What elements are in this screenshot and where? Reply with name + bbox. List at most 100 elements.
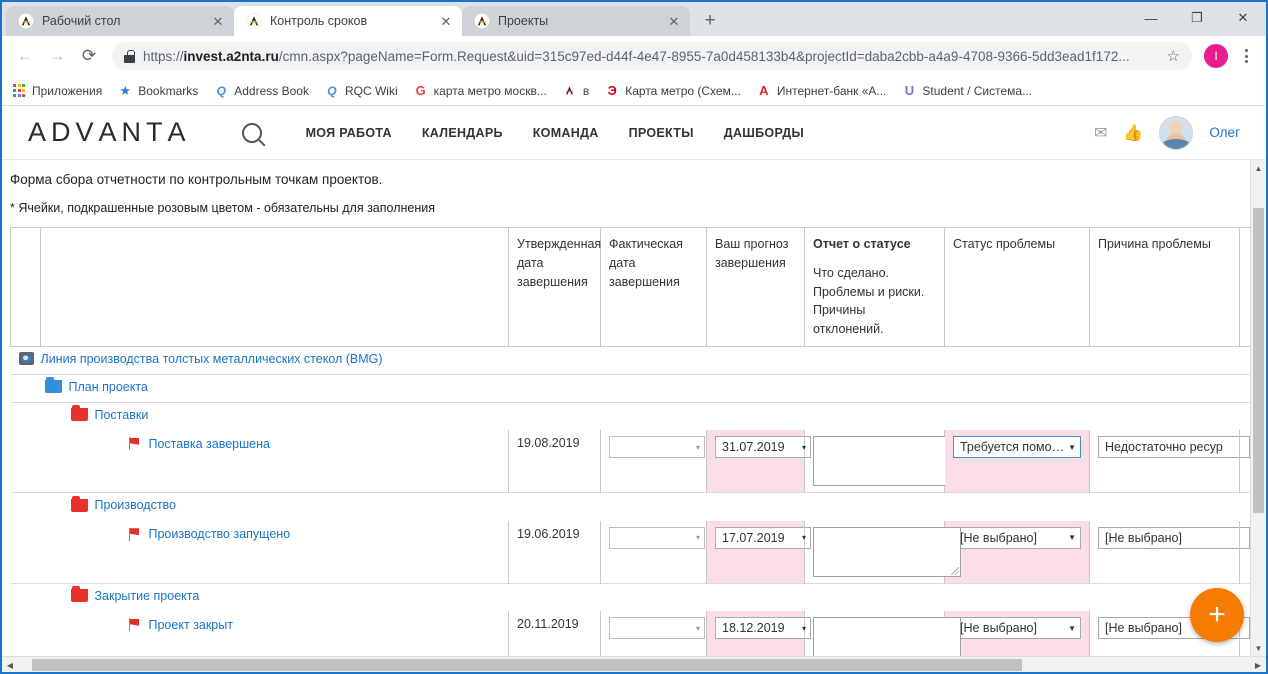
close-icon[interactable]: ✕ bbox=[438, 13, 454, 29]
forecast-date-picker[interactable]: 17.07.2019 ▾ bbox=[715, 526, 811, 549]
status-report-textarea[interactable] bbox=[813, 436, 961, 487]
maximize-icon[interactable]: ❐ bbox=[1174, 2, 1220, 34]
new-tab-button[interactable]: + bbox=[696, 7, 724, 35]
milestone-label[interactable]: Проект закрыт bbox=[49, 617, 501, 632]
scroll-down-icon[interactable]: ▼ bbox=[1251, 640, 1266, 656]
browser-tab-1[interactable]: Рабочий стол ✕ bbox=[6, 6, 234, 36]
fact-date-picker[interactable]: ▾ bbox=[609, 526, 705, 549]
tree-row-plan[interactable]: План проекта bbox=[10, 373, 1267, 403]
problem-reason-select[interactable]: [Не выбрано] bbox=[1098, 526, 1250, 549]
logo-letter: A bbox=[98, 117, 121, 147]
avatar[interactable] bbox=[1159, 115, 1194, 150]
bookmark-v[interactable]: в bbox=[563, 84, 589, 98]
bookmark-student[interactable]: U Student / Система... bbox=[902, 83, 1033, 98]
nav-item-calendar[interactable]: КАЛЕНДАРЬ bbox=[422, 126, 503, 140]
quickmark-icon: Q bbox=[327, 83, 337, 98]
scroll-up-icon[interactable]: ▲ bbox=[1251, 160, 1266, 176]
horizontal-scrollbar[interactable]: ◀ ▶ bbox=[2, 656, 1266, 672]
browser-tab-3[interactable]: Проекты ✕ bbox=[462, 6, 690, 36]
fact-date-picker[interactable]: ▾ bbox=[609, 436, 705, 459]
problem-reason-select[interactable]: Недостаточно ресур bbox=[1098, 436, 1250, 459]
forecast-date-value: 17.07.2019 bbox=[722, 530, 785, 545]
tree-row-production[interactable]: Производство bbox=[10, 492, 1267, 521]
nav-item-my-work[interactable]: МОЯ РАБОТА bbox=[306, 126, 392, 140]
milestone-label[interactable]: Производство запущено bbox=[49, 527, 501, 542]
logo-letter: A bbox=[167, 117, 190, 147]
browser-tab-2[interactable]: Контроль сроков ✕ bbox=[234, 6, 462, 36]
bookmark-metro-scheme[interactable]: Э Карта метро (Схем... bbox=[605, 83, 741, 98]
fact-date-picker[interactable]: ▾ bbox=[609, 617, 705, 640]
advanta-logo[interactable]: A D V A N T A bbox=[28, 119, 190, 146]
reload-icon[interactable]: ⟳ bbox=[74, 41, 104, 71]
table-row: Поставка завершена 19.08.2019 ▾ 31.07.20… bbox=[11, 430, 1267, 493]
logo-letter: D bbox=[51, 117, 75, 147]
bookmark-label: RQC Wiki bbox=[344, 83, 398, 98]
tree-label[interactable]: Линия производства толстых металлических… bbox=[18, 352, 1267, 366]
nav-item-team[interactable]: КОМАНДА bbox=[533, 126, 599, 140]
scroll-right-icon[interactable]: ▶ bbox=[1250, 657, 1266, 672]
bookmark-metro-map[interactable]: G карта метро москв... bbox=[414, 83, 547, 98]
chevron-down-icon: ▼ bbox=[1068, 623, 1076, 633]
project-icon bbox=[18, 352, 34, 366]
bookmark-label: Интернет-банк «А... bbox=[776, 83, 887, 98]
tree-row-deliveries[interactable]: Поставки bbox=[10, 401, 1267, 431]
bookmark-rqc-wiki[interactable]: Q RQC Wiki bbox=[325, 83, 398, 98]
row-spacer bbox=[11, 611, 41, 656]
problem-status-select[interactable]: Требуется помощь ▼ [Не выбрано] Требуетс… bbox=[953, 436, 1081, 459]
user-name[interactable]: Олег bbox=[1209, 125, 1240, 140]
milestone-cell[interactable]: Производство запущено bbox=[41, 521, 509, 584]
forecast-date-picker[interactable]: 31.07.2019 ▾ bbox=[715, 436, 811, 459]
back-icon[interactable]: ← bbox=[10, 41, 40, 71]
mail-icon[interactable]: ✉ bbox=[1094, 123, 1107, 143]
forward-icon[interactable]: → bbox=[42, 41, 72, 71]
required-note: * Ячейки, подкрашенные розовым цветом - … bbox=[10, 201, 436, 215]
bookmark-alfabank[interactable]: A Интернет-банк «А... bbox=[757, 83, 887, 98]
close-icon[interactable]: ✕ bbox=[210, 13, 226, 29]
milestone-name: Поставка завершена bbox=[148, 436, 270, 451]
problem-reason-value: [Не выбрано] bbox=[1105, 530, 1182, 545]
tree-label-text: Производство bbox=[94, 498, 177, 513]
milestone-label[interactable]: Поставка завершена bbox=[49, 436, 501, 451]
logo-letter: V bbox=[75, 117, 98, 147]
tree-row-project[interactable]: Линия производства толстых металлических… bbox=[11, 346, 1267, 374]
vertical-scrollbar[interactable]: ▲ ▼ bbox=[1250, 160, 1266, 656]
like-icon[interactable]: 👍 bbox=[1123, 123, 1143, 143]
vertical-scroll-thumb[interactable] bbox=[1253, 208, 1264, 513]
nav-item-projects[interactable]: ПРОЕКТЫ bbox=[629, 126, 694, 140]
bookmark-bookmarks[interactable]: ★ Bookmarks bbox=[118, 83, 198, 98]
fact-date-cell: ▾ bbox=[600, 611, 707, 656]
close-window-icon[interactable]: ✕ bbox=[1220, 2, 1266, 34]
scroll-left-icon[interactable]: ◀ bbox=[2, 657, 18, 672]
search-icon[interactable] bbox=[241, 122, 262, 143]
horizontal-scroll-thumb[interactable] bbox=[32, 659, 1022, 671]
tree-label[interactable]: Закрытие проекта bbox=[19, 586, 1267, 603]
bookmark-address-book[interactable]: Q Address Book bbox=[214, 84, 309, 98]
bookmark-apps[interactable]: Приложения bbox=[12, 84, 102, 98]
tree-label[interactable]: Поставки bbox=[19, 405, 1267, 422]
nav-item-dashboards[interactable]: ДАШБОРДЫ bbox=[724, 126, 804, 140]
advanta-favicon-icon bbox=[563, 84, 577, 98]
tree-row-closing[interactable]: Закрытие проекта bbox=[10, 582, 1267, 612]
address-bar[interactable]: https://invest.a2nta.ru/cmn.aspx?pageNam… bbox=[112, 42, 1192, 70]
minimize-icon[interactable]: — bbox=[1128, 2, 1174, 34]
status-report-textarea[interactable] bbox=[813, 526, 961, 577]
bookmark-star-icon[interactable]: ☆ bbox=[1167, 47, 1180, 65]
tree-label[interactable]: Производство bbox=[19, 495, 1267, 513]
tree-label[interactable]: План проекта bbox=[19, 377, 1267, 394]
add-button[interactable]: + bbox=[1190, 588, 1244, 642]
problem-status-select[interactable]: [Не выбрано] ▼ bbox=[953, 617, 1081, 640]
status-report-textarea[interactable] bbox=[813, 617, 961, 656]
chevron-down-icon: ▾ bbox=[695, 533, 700, 543]
forecast-date-picker[interactable]: 18.12.2019 ▾ bbox=[715, 617, 811, 640]
flag-icon bbox=[127, 527, 142, 542]
milestone-cell[interactable]: Поставка завершена bbox=[41, 430, 509, 493]
milestone-cell[interactable]: Проект закрыт bbox=[41, 611, 509, 656]
close-icon[interactable]: ✕ bbox=[666, 13, 682, 29]
milestone-name: Производство запущено bbox=[148, 527, 291, 542]
folder-blue-icon bbox=[44, 377, 62, 394]
menu-icon[interactable] bbox=[1234, 49, 1258, 63]
profile-avatar[interactable]: I bbox=[1204, 44, 1228, 68]
bookmark-label: Student / Система... bbox=[922, 83, 1033, 98]
forecast-date-value: 31.07.2019 bbox=[722, 440, 785, 455]
problem-status-select[interactable]: [Не выбрано] ▼ bbox=[953, 526, 1081, 549]
